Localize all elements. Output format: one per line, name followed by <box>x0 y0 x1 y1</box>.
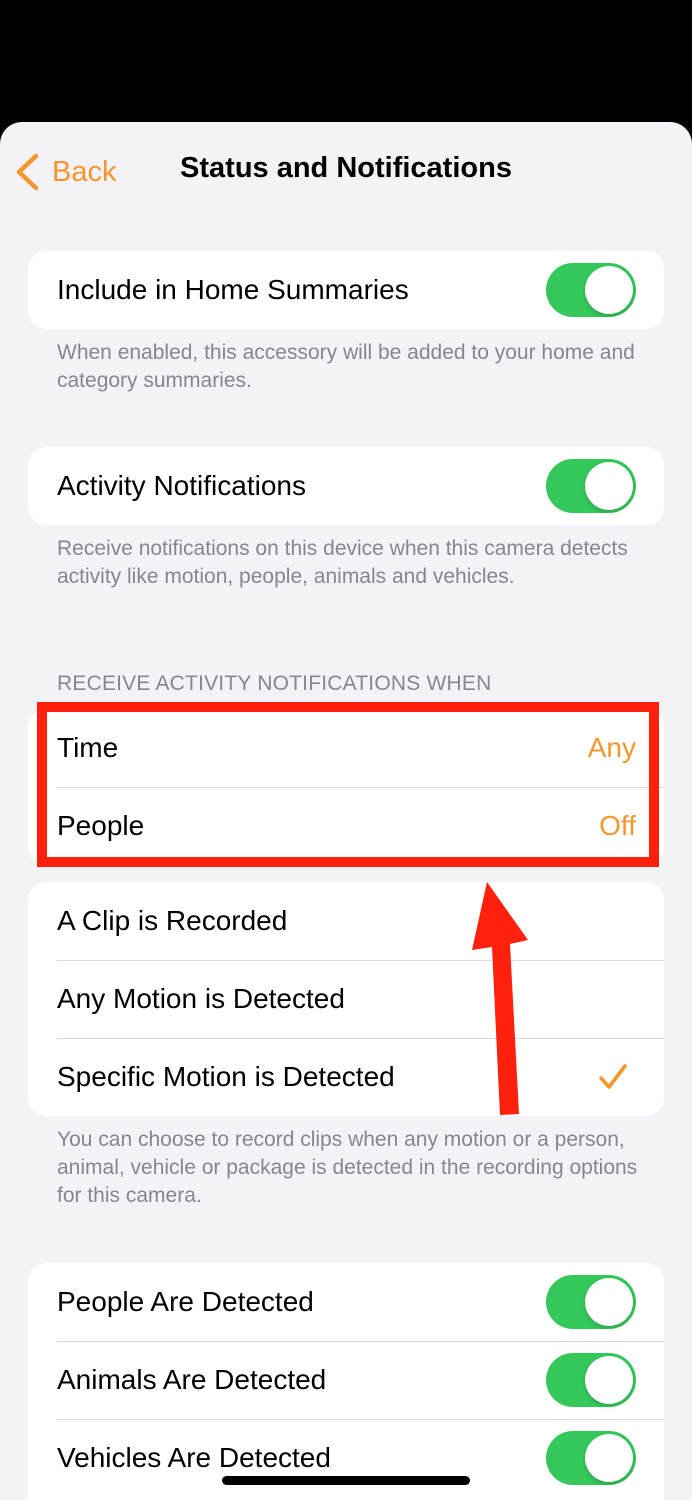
toggle-knob <box>585 1356 633 1404</box>
people-row[interactable]: People Off <box>28 787 664 865</box>
receive-when-group: Time Any People Off <box>28 709 664 865</box>
animals-detected-toggle[interactable] <box>546 1353 636 1407</box>
activity-label: Activity Notifications <box>57 470 306 501</box>
toggle-knob <box>585 1278 633 1326</box>
vehicles-detected-toggle[interactable] <box>546 1431 636 1485</box>
people-detected-row: People Are Detected <box>28 1263 664 1341</box>
time-row[interactable]: Time Any <box>28 709 664 787</box>
people-value: Off <box>599 810 636 841</box>
people-detected-toggle[interactable] <box>546 1275 636 1329</box>
any-motion-option[interactable]: Any Motion is Detected <box>28 960 664 1038</box>
people-label: People <box>57 810 145 841</box>
vehicles-detected-row: Vehicles Are Detected <box>28 1419 664 1497</box>
checkmark-icon <box>599 1064 627 1089</box>
summaries-label: Include in Home Summaries <box>57 274 409 305</box>
activity-footnote: Receive notifications on this device whe… <box>57 537 628 588</box>
settings-sheet: Back Status and Notifications Include in… <box>0 122 692 1500</box>
summaries-row: Include in Home Summaries <box>28 251 664 329</box>
time-label: Time <box>57 732 119 763</box>
people-detected-label: People Are Detected <box>57 1286 314 1317</box>
specific-motion-option[interactable]: Specific Motion is Detected <box>28 1038 664 1116</box>
toggle-knob <box>585 1434 633 1482</box>
home-indicator <box>222 1476 470 1485</box>
clip-recorded-option[interactable]: A Clip is Recorded <box>28 882 664 960</box>
summaries-footnote: When enabled, this accessory will be add… <box>57 341 635 392</box>
motion-options-group: A Clip is Recorded Any Motion is Detecte… <box>28 882 664 1116</box>
receive-section-header: RECEIVE ACTIVITY NOTIFICATIONS WHEN <box>57 672 492 695</box>
red-arrow-icon <box>472 882 528 1115</box>
activity-toggle[interactable] <box>546 459 636 513</box>
navigation-bar: Back Status and Notifications <box>0 122 692 222</box>
motion-footnote: You can choose to record clips when any … <box>57 1128 638 1207</box>
vehicles-detected-label: Vehicles Are Detected <box>57 1442 331 1473</box>
toggle-knob <box>585 266 633 314</box>
time-value: Any <box>587 732 636 763</box>
detections-group: People Are Detected Animals Are Detected… <box>28 1263 664 1500</box>
animals-detected-label: Animals Are Detected <box>57 1364 327 1395</box>
page-title: Status and Notifications <box>180 152 512 184</box>
summaries-toggle[interactable] <box>546 263 636 317</box>
toggle-knob <box>585 462 633 510</box>
summaries-group: Include in Home Summaries <box>28 251 664 329</box>
animals-detected-row: Animals Are Detected <box>28 1341 664 1419</box>
activity-group: Activity Notifications <box>28 447 664 525</box>
activity-row: Activity Notifications <box>28 447 664 525</box>
